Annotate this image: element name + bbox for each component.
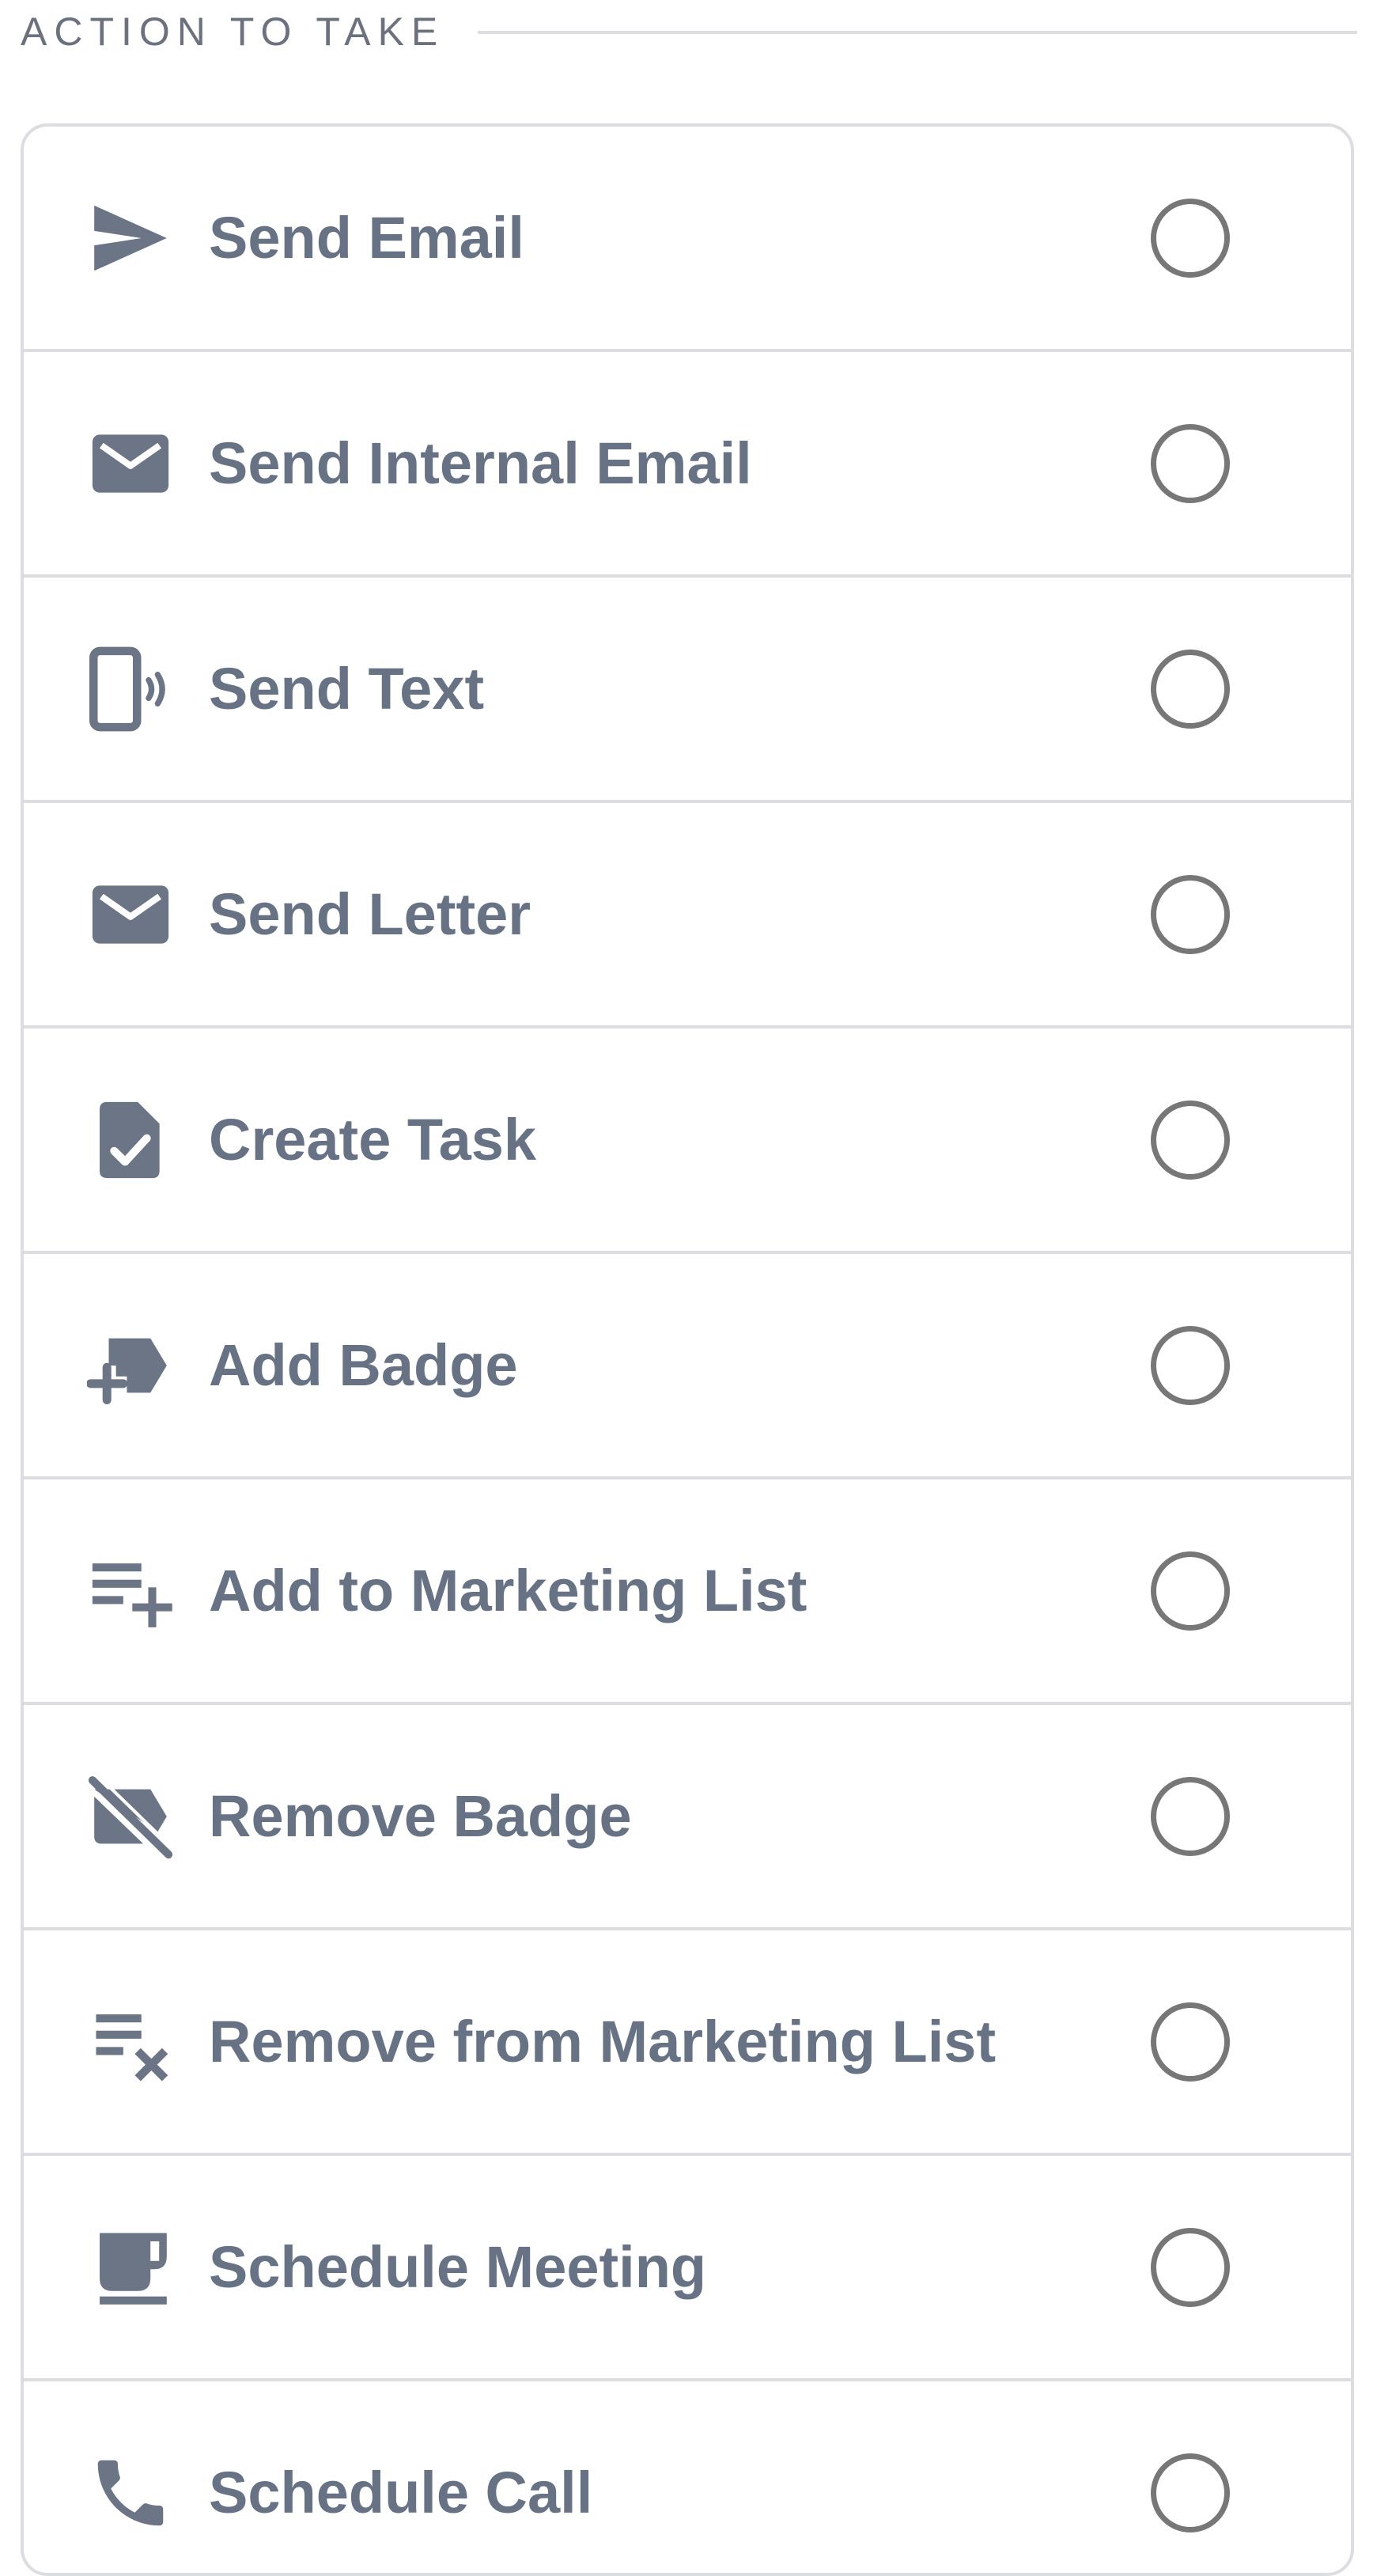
section-divider (478, 31, 1357, 34)
action-options-list: Send Email Send Internal Email Send Text… (21, 123, 1354, 2576)
action-option-label: Send Text (209, 655, 485, 722)
action-option-remove-from-marketing-list[interactable]: Remove from Marketing List (24, 1930, 1351, 2156)
action-option-label: Remove from Marketing List (209, 2008, 997, 2074)
action-option-remove-badge[interactable]: Remove Badge (24, 1705, 1351, 1930)
action-option-label: Add Badge (209, 1332, 518, 1398)
action-option-label: Schedule Meeting (209, 2233, 707, 2300)
action-option-label: Schedule Call (209, 2459, 593, 2525)
action-option-send-text[interactable]: Send Text (24, 578, 1351, 803)
phone-icon (87, 2449, 174, 2536)
send-icon (87, 195, 174, 282)
remove-badge-icon (87, 1773, 174, 1860)
radio-button[interactable] (1151, 2002, 1230, 2082)
radio-button[interactable] (1151, 1325, 1230, 1405)
radio-button[interactable] (1151, 2453, 1230, 2532)
phone-text-icon (87, 646, 174, 733)
task-icon (87, 1097, 174, 1184)
action-option-label: Send Internal Email (209, 430, 752, 496)
action-option-send-email[interactable]: Send Email (24, 127, 1351, 352)
radio-button[interactable] (1151, 2227, 1230, 2307)
playlist-add-icon (87, 1547, 174, 1635)
action-option-label: Create Task (209, 1106, 537, 1172)
action-option-add-to-marketing-list[interactable]: Add to Marketing List (24, 1479, 1351, 1705)
section-title: ACTION TO TAKE (21, 9, 445, 54)
radio-button[interactable] (1151, 649, 1230, 729)
action-option-label: Add to Marketing List (209, 1557, 808, 1623)
radio-button[interactable] (1151, 874, 1230, 954)
action-section-header: ACTION TO TAKE (21, 0, 1357, 63)
action-option-schedule-call[interactable]: Schedule Call (24, 2381, 1351, 2573)
radio-button[interactable] (1151, 1100, 1230, 1180)
radio-button[interactable] (1151, 1776, 1230, 1856)
action-option-schedule-meeting[interactable]: Schedule Meeting (24, 2156, 1351, 2381)
action-option-send-letter[interactable]: Send Letter (24, 803, 1351, 1029)
mail-icon (87, 420, 174, 507)
action-option-label: Send Email (209, 204, 524, 271)
action-option-label: Remove Badge (209, 1782, 632, 1849)
add-badge-icon (87, 1322, 174, 1409)
mail-icon (87, 871, 174, 958)
action-option-label: Send Letter (209, 881, 531, 947)
coffee-icon (87, 2224, 174, 2311)
radio-button[interactable] (1151, 423, 1230, 503)
radio-button[interactable] (1151, 1551, 1230, 1631)
playlist-remove-icon (87, 1998, 174, 2085)
action-option-send-internal-email[interactable]: Send Internal Email (24, 352, 1351, 578)
radio-button[interactable] (1151, 198, 1230, 278)
action-option-add-badge[interactable]: Add Badge (24, 1254, 1351, 1479)
action-option-create-task[interactable]: Create Task (24, 1029, 1351, 1254)
